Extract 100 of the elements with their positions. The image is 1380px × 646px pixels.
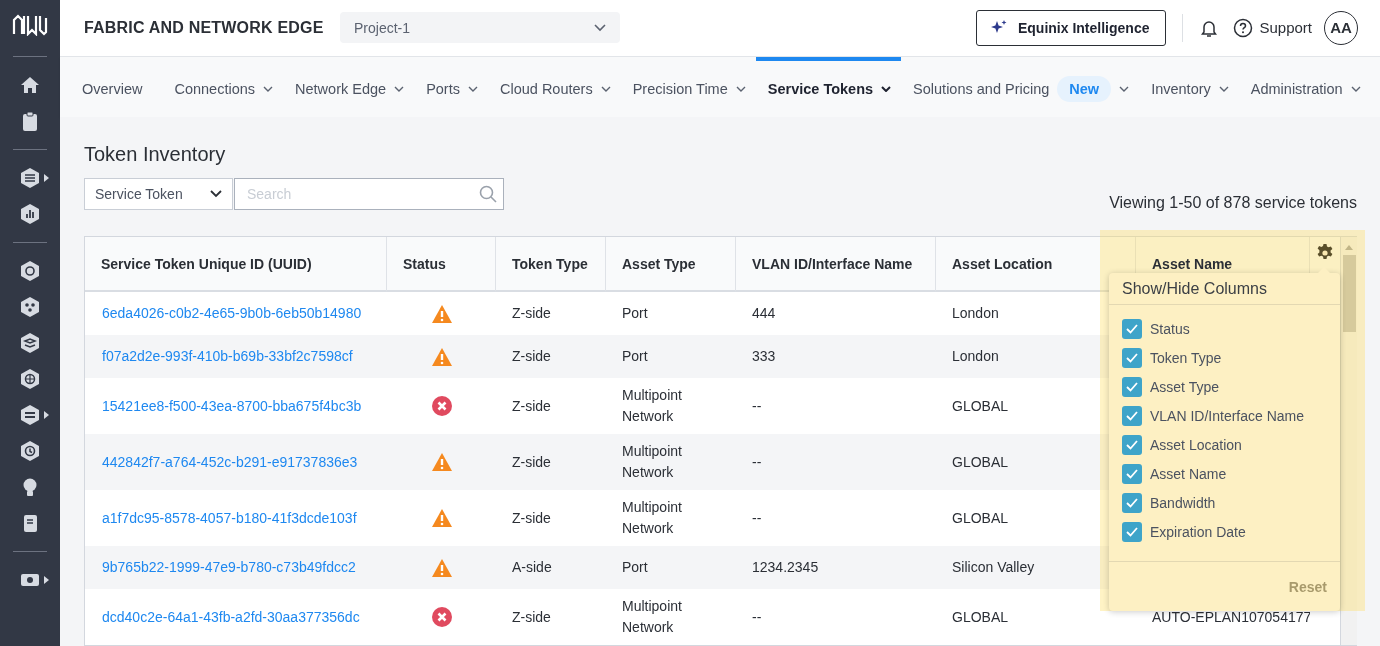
table-cell-text: GLOBAL bbox=[952, 607, 1009, 627]
table-cell-text: -- bbox=[752, 452, 762, 472]
column-header[interactable]: Asset Location bbox=[952, 255, 1053, 272]
warning-icon bbox=[430, 507, 453, 529]
new-badge: New bbox=[1057, 75, 1112, 102]
table-cell-text: Port bbox=[622, 347, 648, 366]
result-count: Viewing 1-50 of 878 service tokens bbox=[1109, 194, 1357, 212]
chart-hexagon-icon[interactable] bbox=[19, 203, 41, 225]
table-cell-text: Silicon Valley bbox=[952, 558, 1035, 577]
table-cell-text: Z-side bbox=[512, 508, 551, 528]
checkbox-label[interactable]: Asset Name bbox=[1150, 465, 1227, 482]
checkbox[interactable] bbox=[1122, 434, 1142, 455]
table-cell-text: Z-side bbox=[512, 304, 551, 323]
table-cell-text: 1234.2345 bbox=[752, 558, 819, 577]
chevron-down-icon bbox=[594, 23, 606, 32]
warning-icon bbox=[430, 451, 453, 473]
checkmark-icon bbox=[1126, 468, 1138, 479]
column-header[interactable]: Asset Type bbox=[622, 255, 696, 272]
search-icon[interactable] bbox=[479, 185, 497, 203]
column-header[interactable]: Asset Name bbox=[1152, 255, 1233, 272]
error-icon bbox=[430, 606, 453, 628]
table-cell-text: 444 bbox=[752, 304, 776, 323]
checkbox[interactable] bbox=[1122, 405, 1142, 426]
table-cell-text: Port bbox=[622, 304, 648, 323]
token-id-link[interactable]: a1f7dc95-8578-4057-b180-41f3dcde103f bbox=[102, 507, 357, 529]
support-link[interactable]: Support bbox=[1259, 19, 1312, 37]
nav-tab[interactable]: Inventory bbox=[1139, 56, 1239, 117]
help-icon[interactable] bbox=[1233, 17, 1254, 38]
page-title: Token Inventory bbox=[84, 143, 227, 166]
layers-hexagon-icon[interactable] bbox=[19, 167, 41, 189]
nav-tab[interactable]: Cloud Routers bbox=[487, 56, 621, 117]
checkbox[interactable] bbox=[1122, 376, 1142, 397]
logo-icon[interactable] bbox=[12, 14, 48, 36]
table-cell-text: AUTO-EPLAN107054177 bbox=[1152, 607, 1310, 627]
column-header[interactable]: Status bbox=[403, 255, 446, 272]
table-cell-text: -- bbox=[752, 396, 762, 416]
token-id-link[interactable]: 15421ee8-f500-43ea-8700-bba675f4bc3b bbox=[102, 395, 362, 417]
table-cell-text: Z-side bbox=[512, 607, 551, 627]
table-cell-text: Z-side bbox=[512, 396, 551, 416]
checkbox[interactable] bbox=[1122, 347, 1142, 368]
app-title: FABRIC AND NETWORK EDGE bbox=[84, 18, 325, 37]
clock-icon[interactable] bbox=[19, 440, 41, 462]
caret-icon[interactable] bbox=[44, 411, 49, 419]
menu-title: Show/Hide Columns bbox=[1109, 273, 1340, 305]
nav-tab[interactable]: Solutions and Pricing New bbox=[901, 56, 1140, 117]
token-id-link[interactable]: dcd40c2e-64a1-43fb-a2fd-30aa377356dc bbox=[102, 606, 360, 628]
table-cell-text: London bbox=[952, 347, 999, 366]
checkbox[interactable] bbox=[1122, 318, 1142, 339]
checkbox-label[interactable]: Asset Location bbox=[1150, 436, 1242, 453]
nav-tab[interactable]: Precision Time bbox=[620, 56, 756, 117]
caret-icon[interactable] bbox=[44, 174, 49, 182]
table-cell-text: Multipoint Network bbox=[622, 597, 683, 637]
checkbox-label[interactable]: Token Type bbox=[1150, 349, 1222, 366]
nav-tab[interactable]: Ports bbox=[414, 56, 488, 117]
checkmark-icon bbox=[1126, 526, 1138, 537]
checkbox-label[interactable]: Asset Type bbox=[1150, 378, 1219, 395]
checkbox-label[interactable]: VLAN ID/Interface Name bbox=[1150, 407, 1305, 424]
checkbox-label[interactable]: Bandwidth bbox=[1150, 494, 1216, 511]
table-cell-text: GLOBAL bbox=[952, 396, 1009, 416]
caret-icon[interactable] bbox=[44, 576, 49, 584]
checkmark-icon bbox=[1126, 323, 1138, 334]
stack-hexagon-icon[interactable] bbox=[19, 332, 41, 354]
home-icon[interactable] bbox=[19, 74, 41, 96]
checkbox[interactable] bbox=[1122, 492, 1142, 513]
checkbox-label[interactable]: Status bbox=[1150, 320, 1190, 337]
table-cell-text: Z-side bbox=[512, 452, 551, 472]
chevron-down-icon bbox=[210, 190, 222, 198]
lines-hexagon-icon[interactable] bbox=[19, 404, 41, 426]
table-cell-text: A-side bbox=[512, 558, 552, 577]
error-icon bbox=[430, 395, 453, 417]
table-cell-text: Multipoint Network bbox=[622, 498, 683, 538]
table-cell-text: Port bbox=[622, 558, 648, 577]
ai-assistant-button[interactable]: Equinix Intelligence bbox=[976, 9, 1167, 46]
table-cell-text: GLOBAL bbox=[952, 508, 1009, 528]
nav-tab[interactable]: Network Edge bbox=[283, 56, 415, 117]
checkbox[interactable] bbox=[1122, 521, 1142, 542]
nav-tab[interactable]: Connections bbox=[162, 56, 284, 117]
nav-tab[interactable]: Overview bbox=[70, 56, 153, 117]
scrollbar[interactable] bbox=[1340, 237, 1357, 645]
type-dropdown[interactable]: Service Token bbox=[84, 178, 233, 210]
table-cell-text: London bbox=[952, 304, 999, 323]
nodes-hexagon-icon[interactable] bbox=[19, 296, 41, 318]
checkmark-icon bbox=[1126, 352, 1138, 363]
table-cell-text: -- bbox=[752, 607, 762, 627]
checkbox[interactable] bbox=[1122, 463, 1142, 484]
table-cell-text: Z-side bbox=[512, 347, 551, 366]
gear-hexagon-icon[interactable] bbox=[19, 260, 41, 282]
table-cell-text: Multipoint Network bbox=[622, 442, 683, 482]
checkmark-icon bbox=[1126, 497, 1138, 508]
project-dropdown[interactable]: Project-1 bbox=[340, 12, 620, 44]
checkmark-icon bbox=[1126, 410, 1138, 421]
table-cell-text: GLOBAL bbox=[952, 452, 1009, 472]
globe-hexagon-icon[interactable] bbox=[19, 368, 41, 390]
checkmark-icon bbox=[1126, 381, 1138, 392]
table-cell-text: Multipoint Network bbox=[622, 386, 683, 426]
table-cell-text: 333 bbox=[752, 347, 776, 366]
token-id-link[interactable]: 6eda4026-c0b2-4e65-9b0b-6eb50b14980 bbox=[102, 303, 362, 324]
nav-tab[interactable]: Administration bbox=[1238, 56, 1371, 117]
checkbox-label[interactable]: Expiration Date bbox=[1150, 523, 1246, 540]
scroll-thumb[interactable] bbox=[1342, 255, 1356, 332]
